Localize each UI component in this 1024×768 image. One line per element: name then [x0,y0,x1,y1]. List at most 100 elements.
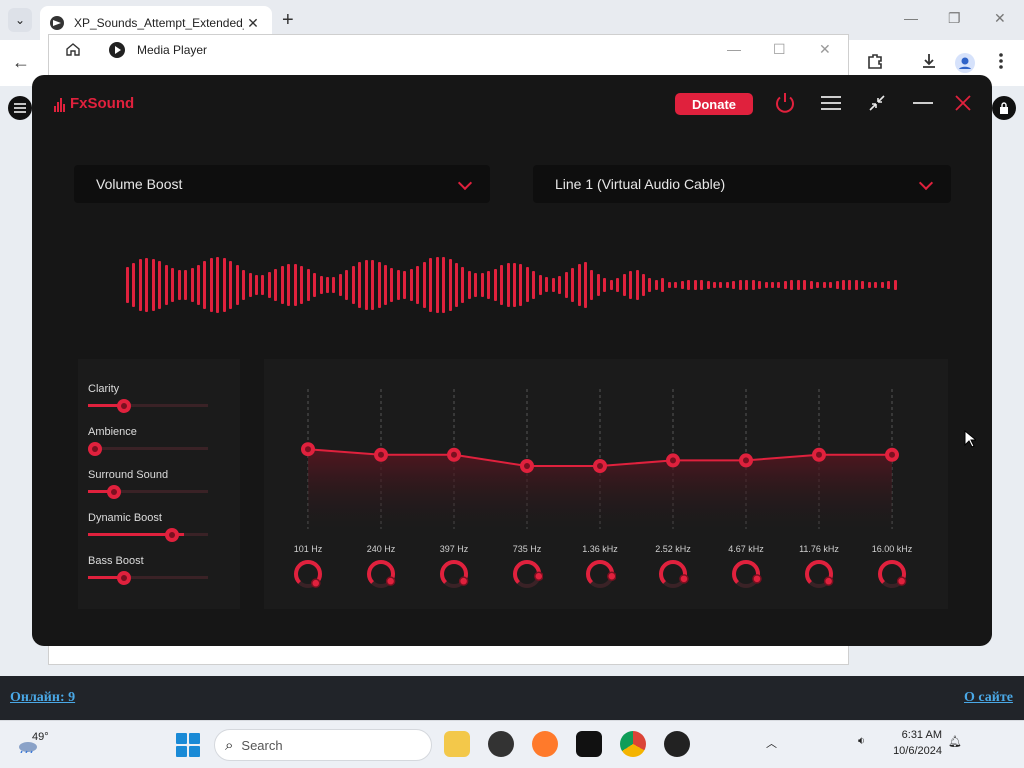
power-icon[interactable] [773,91,797,115]
effect-slider-thumb[interactable] [164,528,179,542]
eq-band-knob[interactable] [730,558,762,590]
eq-band-knob[interactable] [511,558,543,590]
visualizer-bar [745,279,749,291]
visualizer-bar [525,267,529,303]
mp-minimize-button[interactable]: — [727,41,741,57]
fxsound-taskbar-icon[interactable] [576,731,602,757]
taskbar-search[interactable]: ⌕ Search [214,729,432,761]
close-icon[interactable] [951,91,975,115]
visualizer-bar [758,280,762,290]
effects-panel: Clarity Ambience Surround Sound Dynamic Boo… [78,359,240,609]
page-menu-icon[interactable] [8,96,32,120]
effect-slider[interactable] [88,571,208,585]
menu-icon[interactable] [819,91,843,115]
visualizer-bar [235,265,239,305]
visualizer-bar [577,264,581,306]
mp-close-button[interactable]: ✕ [819,41,831,58]
chrome-icon[interactable] [620,731,646,757]
file-explorer-icon[interactable] [444,731,470,757]
chevron-down-icon [918,175,934,191]
visualizer-bar [338,274,342,296]
clock-time[interactable]: 6:31 AM [884,729,942,741]
obs-icon[interactable] [488,731,514,757]
visualizer-bar [480,273,484,297]
about-link[interactable]: О сайте [964,690,1013,706]
visualizer-bar [158,261,162,309]
effect-slider-thumb[interactable] [107,485,122,499]
volume-icon[interactable]: 🔉︎ [858,735,865,748]
visualizer-bar [454,262,458,308]
collapse-icon[interactable] [865,91,889,115]
effect-slider[interactable] [88,442,208,456]
home-icon[interactable] [65,41,81,62]
tray-chevron-up-icon[interactable]: ︿ [766,735,777,751]
start-button[interactable] [176,733,200,757]
eq-band-handle-center [451,451,457,458]
browser-menu-icon[interactable] [998,52,1004,75]
eq-frequency-label: 2.52 kHz [655,544,691,554]
firefox-icon[interactable] [532,731,558,757]
effect-slider-thumb[interactable] [116,571,131,585]
effect-slider[interactable] [88,399,208,413]
visualizer-bar [319,275,323,295]
visualizer-bar [771,282,774,288]
eq-frequency-label: 16.00 kHz [871,544,913,554]
visualizer-bar [687,280,691,290]
eq-band-knob[interactable] [584,558,616,590]
eq-band-handle-center [524,463,530,469]
eq-band-handle-center [816,451,822,458]
tab-list-button[interactable]: ⌄ [8,8,32,32]
online-count-link[interactable]: Онлайн: 9 [10,690,75,706]
visualizer-bar [351,265,355,305]
visualizer-bar [700,279,704,291]
visualizer-bar [848,279,852,291]
output-device-dropdown[interactable]: Line 1 (Virtual Audio Cable) [533,165,951,203]
extensions-icon[interactable] [866,52,884,75]
eq-band-knob[interactable] [803,558,835,590]
visualizer-bar [377,262,381,308]
tab-close-button[interactable]: ✕ [244,15,262,32]
downloads-icon[interactable] [920,52,938,75]
preset-dropdown[interactable]: Volume Boost [74,165,490,203]
eq-frequency-label: 11.76 kHz [799,544,839,554]
visualizer-bar [622,274,626,296]
eq-band-knob[interactable] [657,558,689,590]
visualizer-bar [551,277,555,293]
browser-restore-button[interactable]: ❐ [948,10,961,27]
visualizer-bar [783,281,787,289]
browser-close-button[interactable]: ✕ [994,10,1006,27]
visualizer-bar [467,270,471,300]
effect-slider-thumb[interactable] [116,399,131,413]
effect-slider-thumb[interactable] [88,442,102,456]
new-tab-button[interactable]: + [282,9,294,32]
visualizer-bar [790,280,794,290]
back-button[interactable]: ← [12,52,30,73]
chevron-down-icon [457,175,473,191]
eq-band-handle-center [305,446,311,453]
lock-icon[interactable] [992,96,1016,120]
eq-band-knob[interactable] [438,558,470,590]
visualizer-bar [384,265,387,305]
eq-band-knob[interactable] [292,558,324,590]
eq-frequency-label: 240 Hz [366,544,396,554]
media-player-taskbar-icon[interactable] [664,731,690,757]
eq-frequency-label: 1.36 kHz [582,544,618,554]
notification-bell-icon[interactable]: 🔔︎ [948,735,962,748]
donate-button[interactable]: Donate [675,93,753,115]
effect-label: Clarity [88,383,120,395]
eq-band-handle-center [889,451,895,458]
minimize-icon[interactable] [911,91,935,115]
visualizer-bar [841,279,845,291]
visualizer-bar [138,259,142,311]
eq-band-knob[interactable] [365,558,397,590]
visualizer-bar [532,271,536,299]
browser-minimize-button[interactable]: — [904,10,918,26]
clock-date[interactable]: 10/6/2024 [876,745,942,757]
effect-slider[interactable] [88,485,208,499]
visualizer-bar [171,267,175,303]
eq-band-knob[interactable] [876,558,908,590]
output-device-value: Line 1 (Virtual Audio Cable) [555,176,726,192]
visualizer-bar [461,267,465,303]
effect-slider[interactable] [88,528,208,542]
mp-maximize-button[interactable]: ☐ [773,41,786,58]
